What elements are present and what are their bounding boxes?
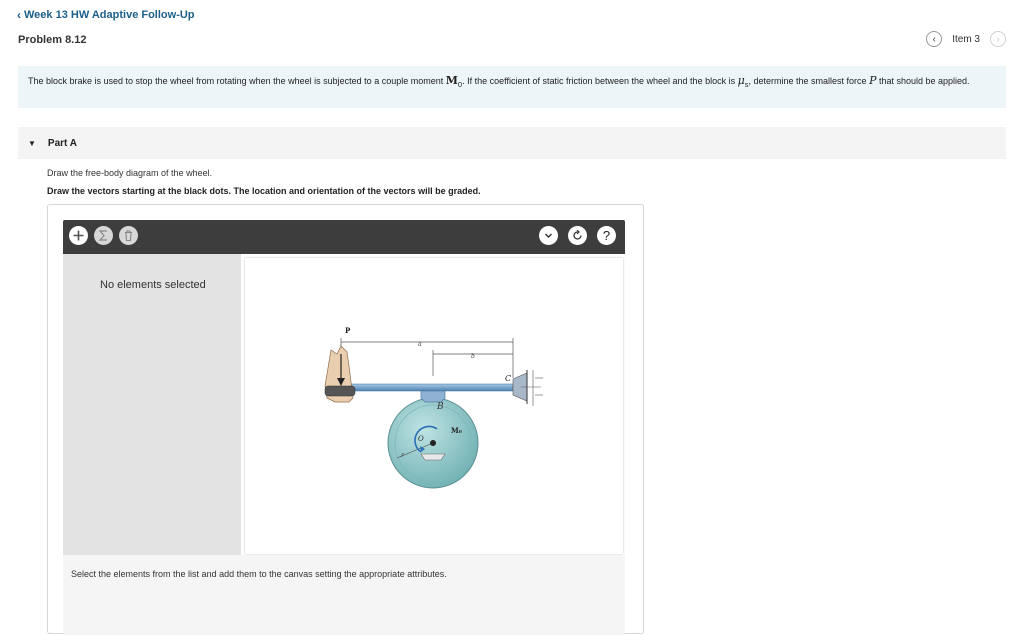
label-b-point: B <box>436 402 444 412</box>
hand-applying-force <box>324 345 356 403</box>
statement-text-4: that should be applied. <box>876 76 970 86</box>
instruction-bold-text: Draw the vectors starting at the black d… <box>47 186 481 196</box>
mu-symbol: μ <box>737 74 745 87</box>
sigma-icon <box>98 230 107 241</box>
lever-arm <box>332 383 516 392</box>
brake-block <box>420 389 446 403</box>
label-m0: M₀ <box>451 426 462 435</box>
chevron-right-icon: › <box>996 33 1000 45</box>
options-dropdown-button[interactable] <box>539 226 558 245</box>
label-b: b <box>471 353 475 360</box>
statement-text-1: The block brake is used to stop the whee… <box>28 76 446 86</box>
problem-title: Problem 8.12 <box>18 34 87 46</box>
back-link[interactable]: ‹ Week 13 HW Adaptive Follow-Up <box>17 8 195 22</box>
label-o: O <box>418 435 424 443</box>
label-a: a <box>418 341 422 348</box>
dimension-lines <box>340 338 514 378</box>
add-element-button[interactable] <box>69 226 88 245</box>
part-label: Part A <box>47 137 78 149</box>
label-c: C <box>505 374 511 383</box>
statement-text-3: , determine the smallest force <box>748 76 870 86</box>
block-brake-figure: P a b O M₀ r B C <box>324 326 543 489</box>
previous-item-button[interactable]: ‹ <box>926 31 943 47</box>
drawing-canvas[interactable]: P a b O M₀ r B C <box>245 258 623 554</box>
vector-drawing-tool: ? No elements selected P a b O M₀ r B C … <box>47 204 644 635</box>
item-navigation: ‹ Item 3 › <box>926 31 1006 47</box>
reset-button[interactable] <box>568 226 587 245</box>
moment-symbol: M <box>445 74 458 87</box>
chevron-down-icon <box>545 233 552 238</box>
attributes-panel: Select the elements from the list and ad… <box>63 555 625 635</box>
sum-button[interactable] <box>94 226 113 245</box>
pin-support-c <box>512 370 543 406</box>
help-button[interactable]: ? <box>597 226 616 245</box>
caret-down-icon: ▼ <box>28 138 36 148</box>
item-label: Item 3 <box>952 33 980 45</box>
chevron-left-icon: ‹ <box>17 8 21 22</box>
label-p: P <box>345 326 351 335</box>
plus-icon <box>73 230 84 241</box>
statement-text-2: . If the coefficient of static friction … <box>462 76 738 86</box>
tool-toolbar: ? <box>63 220 625 254</box>
select-elements-text: Select the elements from the list and ad… <box>71 569 447 579</box>
problem-statement: The block brake is used to stop the whee… <box>18 66 1006 108</box>
part-a-toggle[interactable]: ▼ Part A <box>18 127 1006 159</box>
next-item-button[interactable]: › <box>990 31 1006 47</box>
chevron-left-icon: ‹ <box>932 33 936 45</box>
reset-icon <box>573 229 582 240</box>
trash-icon <box>125 230 132 242</box>
back-link-label: Week 13 HW Adaptive Follow-Up <box>24 9 195 21</box>
no-selection-text: No elements selected <box>100 279 206 291</box>
help-icon: ? <box>602 228 611 243</box>
wheel <box>387 397 479 489</box>
instruction-text: Draw the free-body diagram of the wheel. <box>47 168 213 178</box>
element-list-panel: No elements selected <box>63 254 241 555</box>
delete-button[interactable] <box>119 226 138 245</box>
